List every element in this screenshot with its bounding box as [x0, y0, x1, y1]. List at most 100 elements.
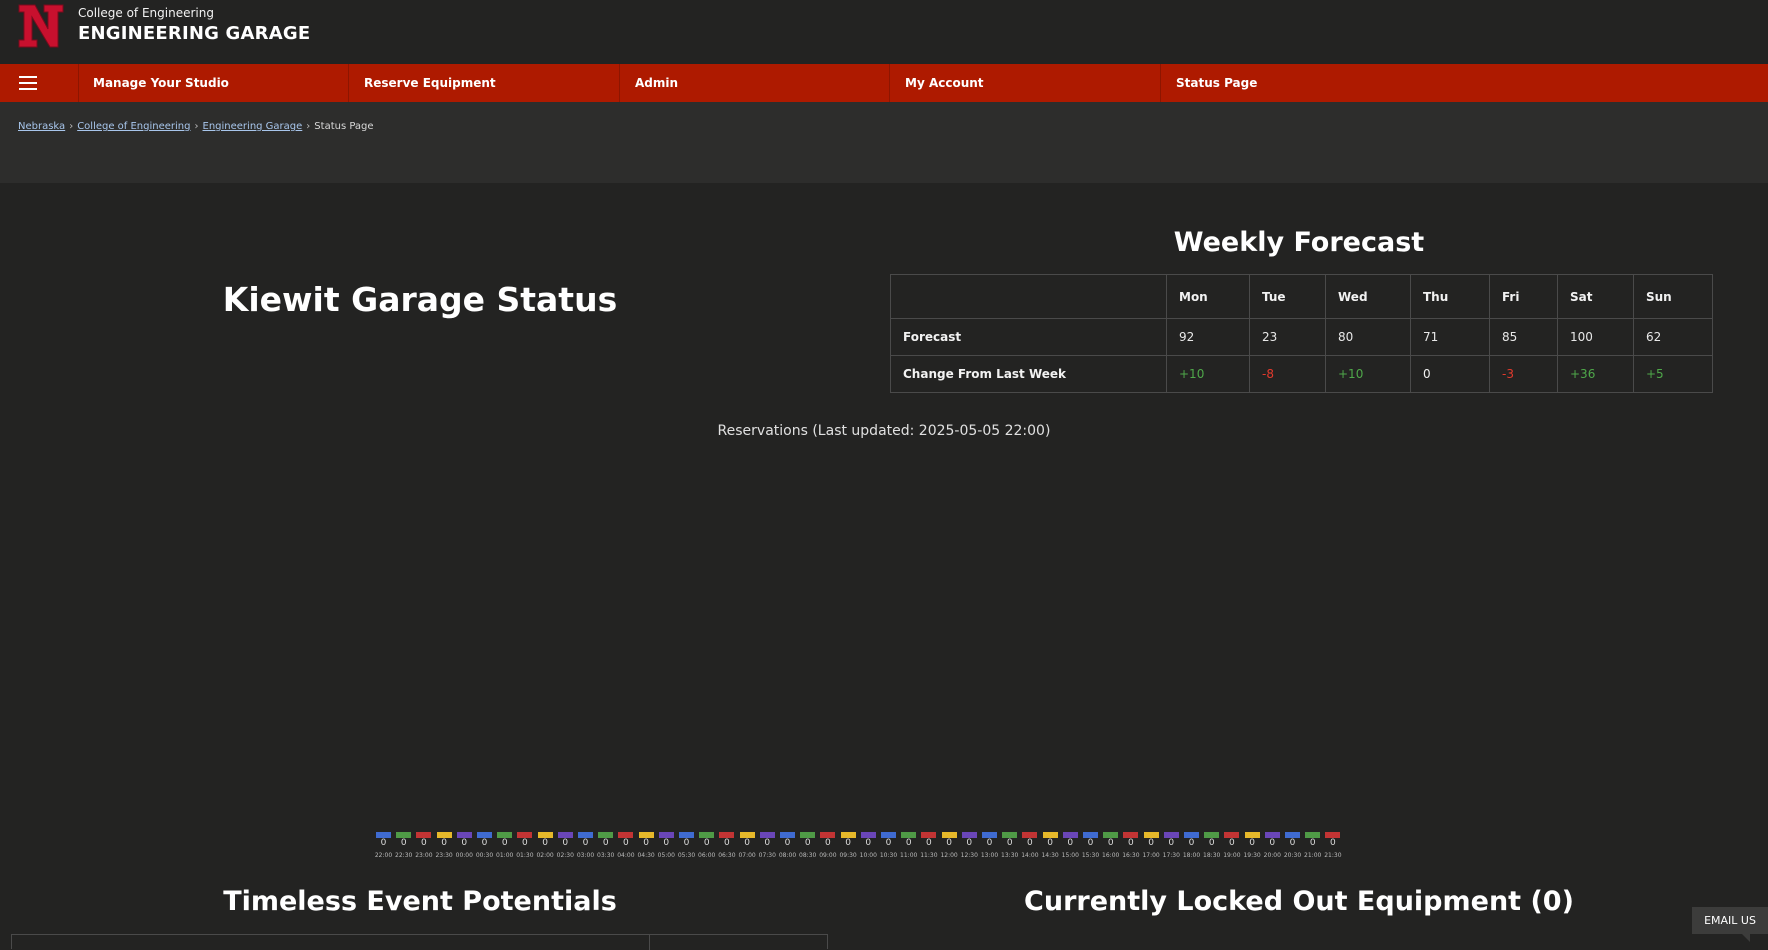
- email-us-button[interactable]: EMAIL US: [1692, 907, 1768, 942]
- reservation-slot[interactable]: 0 13:00: [981, 832, 998, 866]
- slot-time: 02:00: [536, 852, 554, 859]
- reservation-slot[interactable]: 0 01:00: [496, 832, 513, 866]
- speech-bubble-tail: [1742, 934, 1750, 942]
- slot-count: 0: [421, 838, 427, 848]
- reservation-slot[interactable]: 0 22:30: [395, 832, 412, 866]
- slot-count: 0: [926, 838, 932, 848]
- slot-count: 0: [562, 838, 569, 848]
- slot-count: 0: [461, 838, 468, 848]
- reservation-slot[interactable]: 0 10:00: [860, 832, 877, 866]
- reservation-slot[interactable]: 0 23:30: [435, 832, 453, 866]
- slot-time: 15:30: [1081, 852, 1100, 859]
- change-value: 0: [1410, 355, 1490, 393]
- slot-count: 0: [905, 838, 912, 848]
- reservation-slot[interactable]: 0 03:30: [597, 832, 614, 866]
- reservation-slot[interactable]: 0 01:30: [516, 832, 534, 866]
- reservation-slot[interactable]: 0 16:00: [1102, 832, 1119, 866]
- slot-count: 0: [1330, 838, 1336, 848]
- slot-count: 0: [501, 838, 508, 848]
- timeless-events-title: Timeless Event Potentials: [223, 886, 617, 917]
- slot-time: 15:00: [1061, 852, 1079, 859]
- nebraska-n-logo[interactable]: [17, 2, 65, 50]
- slot-time: 19:30: [1243, 852, 1261, 859]
- reservation-slot[interactable]: 0 05:30: [678, 832, 695, 866]
- reservation-slot[interactable]: 0 14:00: [1021, 832, 1039, 866]
- breadcrumb-college-of-engineering[interactable]: College of Engineering: [77, 121, 190, 132]
- reservation-slot[interactable]: 0 18:30: [1203, 832, 1220, 866]
- reservation-slot[interactable]: 0 03:00: [577, 832, 594, 866]
- breadcrumb-nebraska[interactable]: Nebraska: [18, 121, 65, 132]
- slot-time: 08:00: [778, 852, 797, 859]
- slot-count: 0: [1107, 838, 1114, 848]
- reservation-slot[interactable]: 0 15:30: [1081, 832, 1100, 866]
- forecast-value: 92: [1166, 318, 1250, 356]
- slot-time: 12:30: [960, 852, 978, 859]
- slot-count: 0: [724, 838, 730, 848]
- reservation-slot[interactable]: 0 12:30: [960, 832, 978, 866]
- reservation-slot[interactable]: 0 00:30: [476, 832, 493, 866]
- slot-count: 0: [1309, 838, 1316, 848]
- reservation-slot[interactable]: 0 13:30: [1001, 832, 1018, 866]
- reservation-slot[interactable]: 0 20:30: [1284, 832, 1301, 866]
- slot-time: 23:30: [435, 852, 453, 859]
- change-value: +36: [1557, 355, 1634, 393]
- day-header: Tue: [1249, 274, 1326, 319]
- breadcrumb-engineering-garage[interactable]: Engineering Garage: [203, 121, 303, 132]
- slot-count: 0: [804, 838, 811, 848]
- reservation-slot[interactable]: 0 04:00: [617, 832, 635, 866]
- reservation-slot[interactable]: 0 16:30: [1122, 832, 1140, 866]
- nav-reserve-equipment[interactable]: Reserve Equipment: [349, 64, 620, 102]
- slot-time: 18:00: [1182, 852, 1201, 859]
- reservation-slot[interactable]: 0 09:00: [819, 832, 837, 866]
- reservation-slot[interactable]: 0 23:00: [415, 832, 433, 866]
- reservation-slot[interactable]: 0 19:00: [1223, 832, 1241, 866]
- reservation-slot[interactable]: 0 05:00: [658, 832, 675, 866]
- reservation-slot[interactable]: 0 06:30: [718, 832, 736, 866]
- reservation-slot[interactable]: 0 17:00: [1142, 832, 1160, 866]
- reservation-slot[interactable]: 0 21:00: [1304, 832, 1321, 866]
- slot-count: 0: [1006, 838, 1013, 848]
- slot-time: 19:00: [1223, 852, 1241, 859]
- reservation-slot[interactable]: 0 00:00: [455, 832, 473, 866]
- nav-manage-your-studio[interactable]: Manage Your Studio: [78, 64, 349, 102]
- college-name[interactable]: College of Engineering: [78, 6, 214, 20]
- slot-time: 21:30: [1324, 852, 1342, 859]
- nav-admin[interactable]: Admin: [620, 64, 890, 102]
- reservation-slot[interactable]: 0 11:00: [900, 832, 917, 866]
- reservation-slot[interactable]: 0 07:00: [738, 832, 756, 866]
- reservation-slot[interactable]: 0 12:00: [940, 832, 958, 866]
- slot-time: 23:00: [415, 852, 433, 859]
- slot-count: 0: [1168, 838, 1175, 848]
- slot-count: 0: [885, 838, 892, 848]
- reservation-slot[interactable]: 0 18:00: [1182, 832, 1201, 866]
- reservation-slot[interactable]: 0 17:30: [1163, 832, 1180, 866]
- reservation-slot[interactable]: 0 06:00: [698, 832, 716, 866]
- reservation-slot[interactable]: 0 22:00: [375, 832, 392, 866]
- reservation-slot[interactable]: 0 04:30: [637, 832, 655, 866]
- reservation-slot[interactable]: 0 08:00: [778, 832, 797, 866]
- reservation-slot[interactable]: 0 02:30: [557, 832, 574, 866]
- reservation-slot[interactable]: 0 19:30: [1243, 832, 1261, 866]
- site-title[interactable]: ENGINEERING GARAGE: [78, 23, 310, 44]
- reservation-slot[interactable]: 0 09:30: [839, 832, 857, 866]
- nav-status-page[interactable]: Status Page: [1161, 64, 1432, 102]
- slot-count: 0: [441, 838, 447, 848]
- nav-my-account[interactable]: My Account: [890, 64, 1161, 102]
- reservation-slot[interactable]: 0 14:30: [1041, 832, 1059, 866]
- reservation-slot[interactable]: 0 11:30: [920, 832, 938, 866]
- reservation-slot[interactable]: 0 08:30: [799, 832, 816, 866]
- slot-count: 0: [683, 838, 690, 848]
- day-header: Sun: [1633, 274, 1713, 319]
- slot-count: 0: [1027, 838, 1033, 848]
- menu-button[interactable]: [0, 64, 79, 102]
- reservation-slot[interactable]: 0 15:00: [1061, 832, 1079, 866]
- reservation-slot[interactable]: 0 20:00: [1264, 832, 1281, 866]
- reservation-slot[interactable]: 0 07:30: [759, 832, 776, 866]
- slot-time: 06:00: [698, 852, 716, 859]
- slot-time: 00:00: [455, 852, 473, 859]
- slot-count: 0: [1229, 838, 1235, 848]
- slot-count: 0: [1067, 838, 1074, 848]
- reservation-slot[interactable]: 0 10:30: [880, 832, 897, 866]
- reservation-slot[interactable]: 0 02:00: [536, 832, 554, 866]
- reservation-slot[interactable]: 0 21:30: [1324, 832, 1342, 866]
